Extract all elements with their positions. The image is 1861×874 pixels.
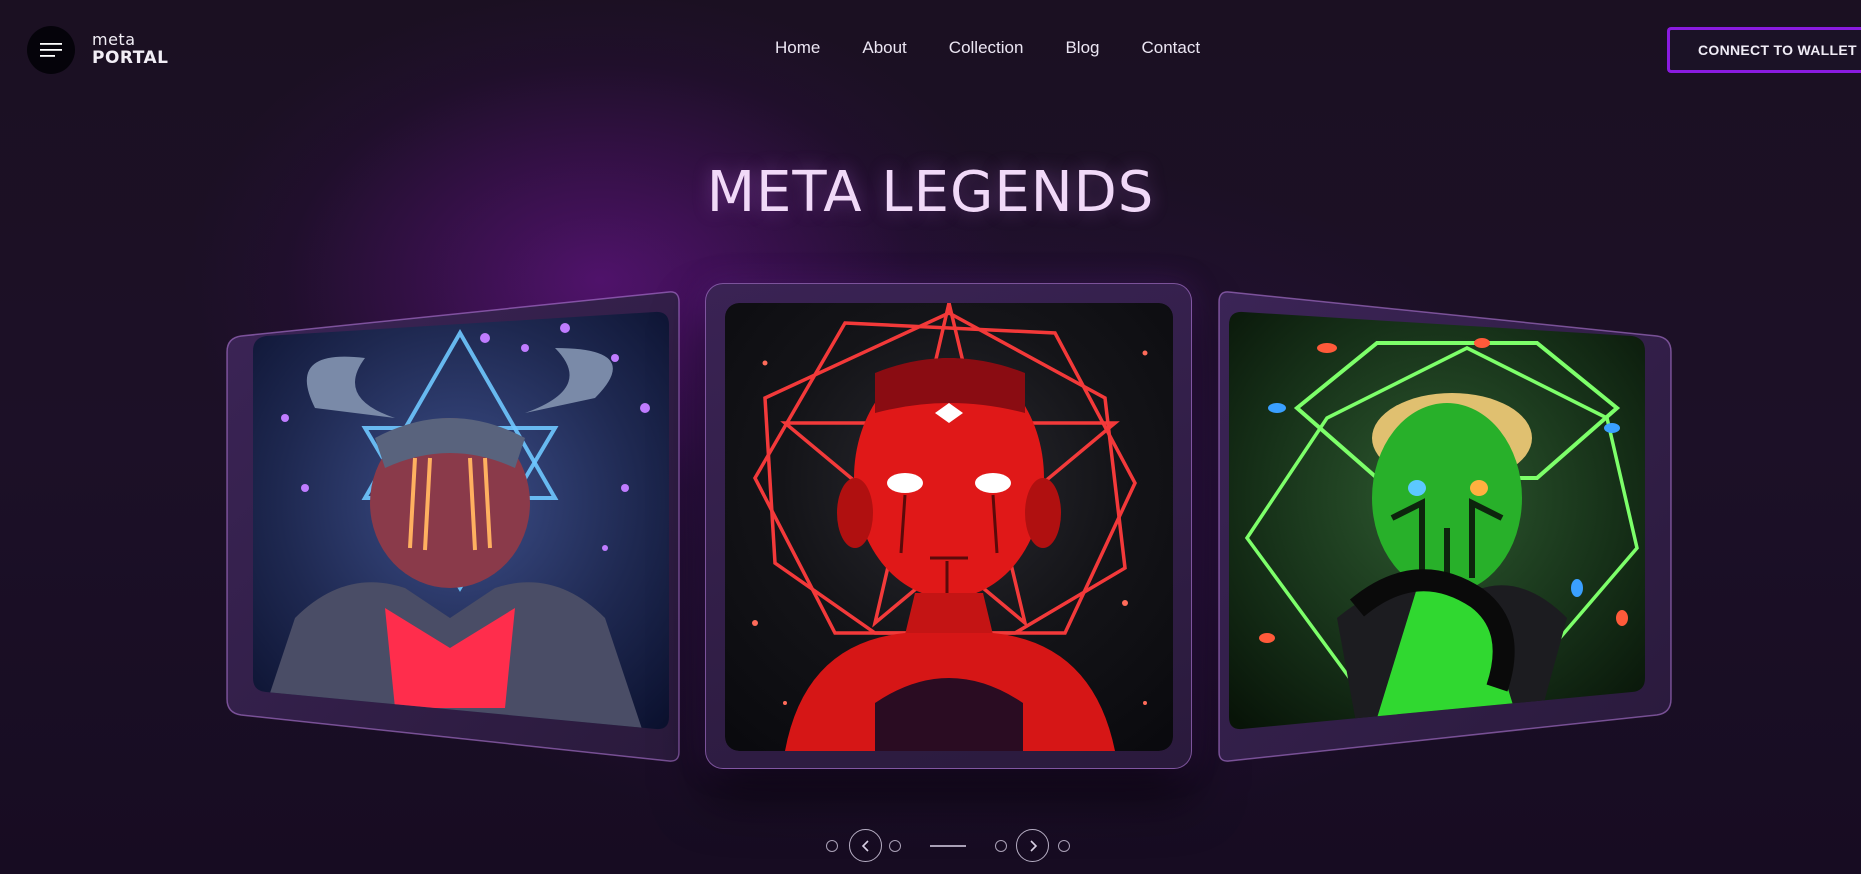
carousel-dot[interactable] (995, 840, 1007, 852)
carousel-dot[interactable] (889, 840, 901, 852)
next-button[interactable] (1016, 829, 1049, 862)
carousel-dot[interactable] (826, 840, 838, 852)
chevron-left-icon (861, 839, 869, 852)
nav-home[interactable]: Home (775, 38, 820, 58)
hamburger-menu-icon (40, 43, 62, 57)
blue-demon-artwork (253, 311, 669, 730)
page: meta PORTAL Home About Collection Blog C… (0, 0, 1861, 874)
carousel-divider (930, 845, 966, 847)
card-center[interactable] (705, 283, 1192, 769)
green-reptile-artwork (1229, 311, 1645, 730)
prev-button[interactable] (849, 829, 882, 862)
card-right[interactable] (1217, 288, 1673, 764)
nav-blog[interactable]: Blog (1065, 38, 1099, 58)
chevron-right-icon (1029, 839, 1037, 852)
logo-line-2: PORTAL (92, 48, 169, 68)
nav-contact[interactable]: Contact (1141, 38, 1200, 58)
carousel-dot[interactable] (1058, 840, 1070, 852)
connect-wallet-button[interactable]: CONNECT TO WALLET (1667, 27, 1861, 73)
nav-about[interactable]: About (862, 38, 906, 58)
menu-button[interactable] (27, 26, 75, 74)
nav-collection[interactable]: Collection (949, 38, 1024, 58)
logo-line-1: meta (92, 30, 136, 49)
carousel-controls (826, 829, 1086, 863)
main-nav: Home About Collection Blog Contact (775, 38, 1242, 58)
card-left[interactable] (225, 288, 681, 764)
page-title: META LEGENDS (706, 160, 1155, 225)
logo[interactable]: meta PORTAL (92, 30, 169, 68)
red-android-artwork (725, 303, 1173, 751)
